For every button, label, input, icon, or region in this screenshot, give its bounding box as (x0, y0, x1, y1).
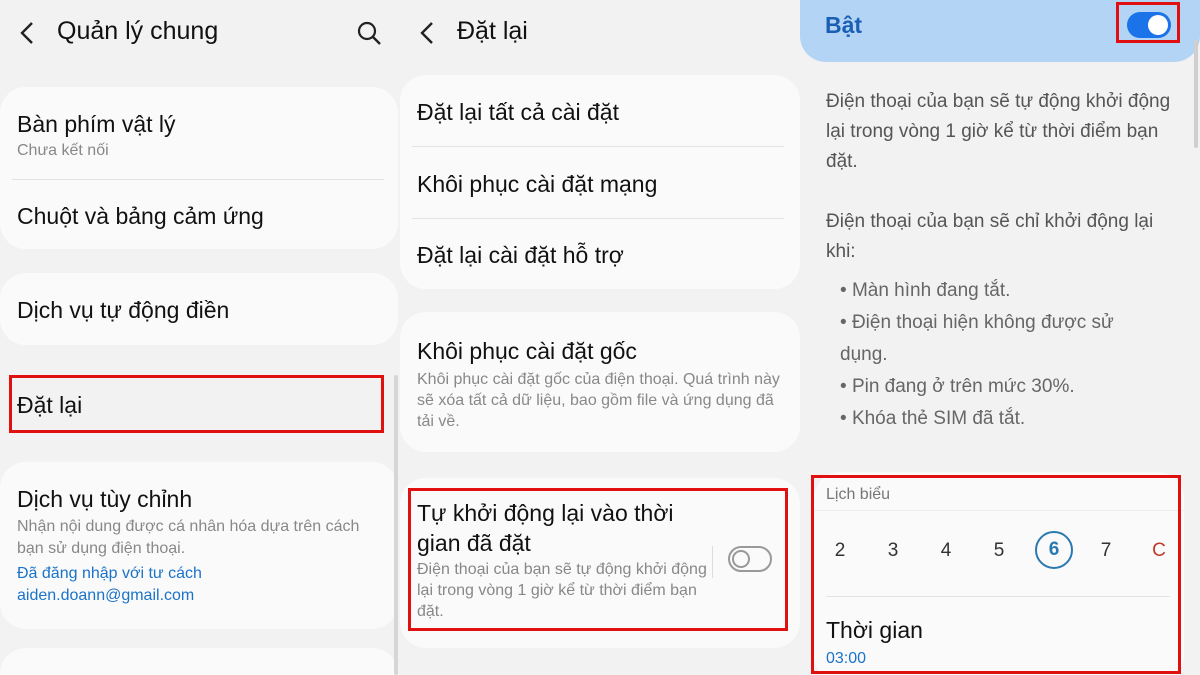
item-label: Khôi phục cài đặt gốc (417, 338, 637, 364)
auto-restart-detail-panel: Bật Điện thoại của bạn sẽ tự động khởi đ… (800, 0, 1200, 675)
reset-all-settings-item[interactable]: Đặt lại tất cả cài đặt (400, 75, 800, 147)
highlight-box (408, 488, 788, 631)
factory-reset-card: Khôi phục cài đặt gốc Khôi phục cài đặt … (400, 312, 800, 452)
reset-panel: Đặt lại Đặt lại tất cả cài đặt Khôi phục… (400, 0, 800, 675)
item-label: Chuột và bảng cảm ứng (17, 203, 264, 229)
item-label: Khôi phục cài đặt mạng (417, 171, 658, 197)
item-label: Bàn phím vật lý (17, 111, 176, 137)
account-email: aiden.doann@gmail.com (17, 587, 195, 604)
reset-options-card: Đặt lại tất cả cài đặt Khôi phục cài đặt… (400, 75, 800, 289)
item-label: Dịch vụ tùy chỉnh (17, 486, 193, 512)
autofill-service-item[interactable]: Dịch vụ tự động điền (0, 273, 398, 345)
scrollbar[interactable] (394, 375, 398, 675)
factory-reset-item[interactable]: Khôi phục cài đặt gốc Khôi phục cài đặt … (400, 312, 800, 452)
customization-service-item[interactable]: Dịch vụ tùy chỉnh Nhận nội dung được cá … (0, 462, 398, 629)
settings-card-2: Dịch vụ tự động điền (0, 273, 398, 345)
back-arrow-icon[interactable] (16, 20, 38, 46)
description-paragraph: Điện thoại của bạn sẽ tự động khởi động … (826, 91, 1171, 172)
condition-item: • Màn hình đang tắt. (840, 280, 1011, 301)
highlight-box (9, 375, 384, 433)
condition-item: • Khóa thẻ SIM đã tắt. (840, 408, 1026, 429)
switch-label: Bật (825, 12, 863, 38)
item-description: Khôi phục cài đặt gốc của điện thoại. Qu… (417, 371, 780, 430)
settings-card-1: Bàn phím vật lý Chưa kết nối Chuột và bả… (0, 87, 398, 249)
item-label: Đặt lại tất cả cài đặt (417, 99, 619, 125)
account-note: Đã đăng nhập với tư cách (17, 565, 202, 582)
physical-keyboard-item[interactable]: Bàn phím vật lý Chưa kết nối (0, 87, 398, 179)
settings-card-3: Dịch vụ tùy chỉnh Nhận nội dung được cá … (0, 462, 398, 629)
search-icon[interactable] (356, 20, 382, 46)
reset-network-item[interactable]: Khôi phục cài đặt mạng (400, 147, 800, 219)
general-management-panel: Quản lý chung Bàn phím vật lý Chưa kết n… (0, 0, 400, 675)
settings-card-4 (0, 648, 398, 675)
item-description: Nhận nội dung được cá nhân hóa dựa trên … (17, 518, 360, 557)
condition-text: Màn hình đang tắt. (851, 280, 1011, 301)
header: Quản lý chung (0, 0, 400, 64)
mouse-touchpad-item[interactable]: Chuột và bảng cảm ứng (0, 180, 398, 249)
reset-accessibility-item[interactable]: Đặt lại cài đặt hỗ trợ (400, 219, 800, 289)
condition-text: Khóa thẻ SIM đã tắt. (851, 408, 1026, 429)
highlight-box (1116, 2, 1180, 43)
item-label: Dịch vụ tự động điền (17, 297, 230, 323)
header: Đặt lại (400, 0, 800, 64)
item-label: Đặt lại cài đặt hỗ trợ (417, 242, 624, 268)
back-arrow-icon[interactable] (416, 20, 438, 46)
condition-item: • Pin đang ở trên mức 30%. (840, 376, 1075, 397)
scrollbar[interactable] (1194, 40, 1198, 148)
condition-text: Điện thoại hiện không được sử dụng. (840, 312, 1114, 365)
item-status: Chưa kết nối (17, 142, 109, 159)
condition-text: Pin đang ở trên mức 30%. (851, 376, 1075, 397)
page-title: Đặt lại (457, 17, 528, 45)
condition-item: • Điện thoại hiện không được sử dụng. (840, 312, 1114, 365)
highlight-box (811, 475, 1181, 674)
conditions-intro: Điện thoại của bạn sẽ chỉ khởi động lại … (826, 211, 1154, 262)
page-title: Quản lý chung (57, 17, 219, 45)
